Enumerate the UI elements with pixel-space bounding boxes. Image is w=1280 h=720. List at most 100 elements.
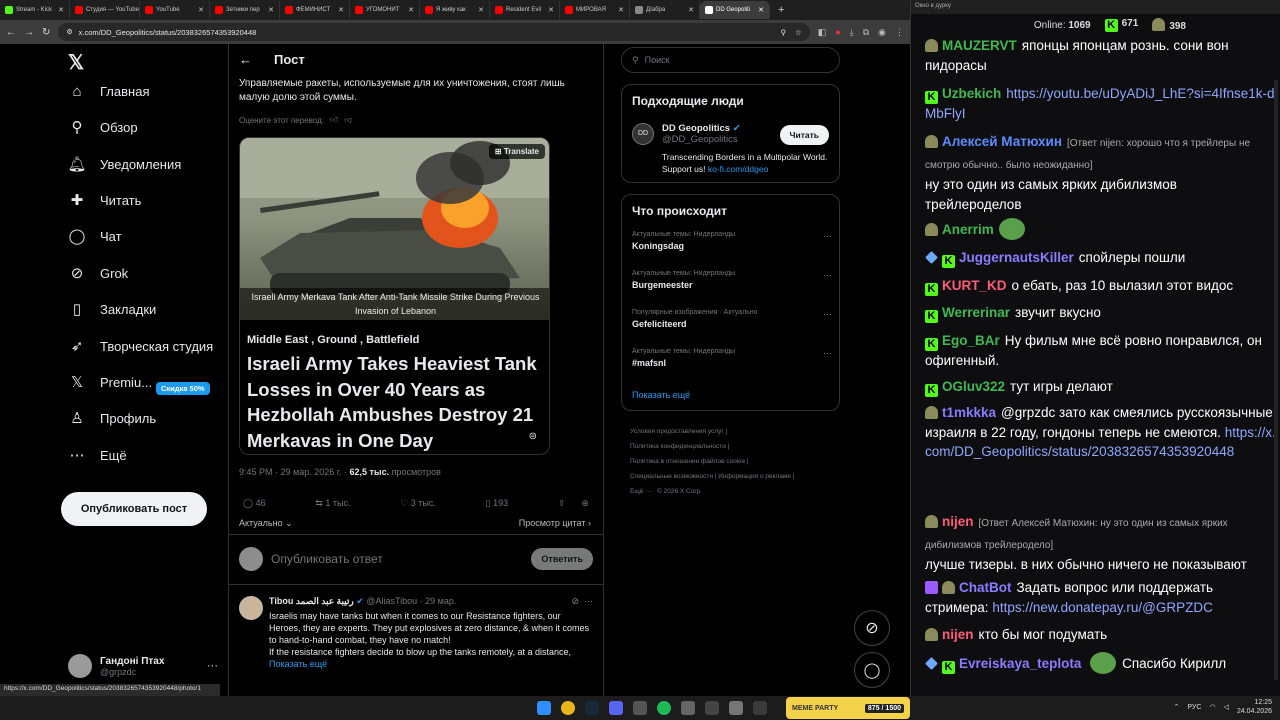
language-indicator[interactable]: РУС bbox=[1187, 704, 1201, 711]
share-icon[interactable]: ⇪ bbox=[558, 498, 566, 509]
extension-icon[interactable]: ◧ bbox=[818, 27, 827, 38]
trend-item[interactable]: Актуальные темы: Нидерланды Koningsdag ··· bbox=[632, 231, 832, 251]
sort-dropdown[interactable]: Актуально ⌄ bbox=[239, 518, 293, 529]
tab-close-icon[interactable]: ✕ bbox=[478, 6, 484, 14]
more-icon[interactable]: ··· bbox=[823, 348, 832, 358]
extension-icon[interactable]: ● bbox=[835, 27, 840, 38]
tab-close-icon[interactable]: ✕ bbox=[338, 6, 344, 14]
chat-username[interactable]: Алексей Матюхин bbox=[942, 134, 1062, 149]
forward-icon[interactable]: → bbox=[24, 27, 34, 38]
url-bar[interactable]: ⚙ x.com/DD_Geopolitics/status/2038326574… bbox=[58, 23, 810, 41]
nav-item-follow[interactable]: ✚ Читать bbox=[68, 191, 142, 209]
avatar[interactable]: DD bbox=[632, 123, 654, 145]
site-info-icon[interactable]: ⚙ bbox=[66, 28, 72, 36]
back-icon[interactable]: ← bbox=[6, 27, 16, 38]
reply-submit-button[interactable]: Ответить bbox=[531, 548, 593, 570]
browser-tab[interactable]: Студия — YouTube✕ bbox=[70, 1, 140, 19]
chat-username[interactable]: Uzbekich bbox=[942, 86, 1001, 101]
thumbs-down-icon[interactable]: 👎︎ bbox=[344, 115, 352, 125]
more-icon[interactable]: ··· bbox=[207, 660, 218, 672]
reply-input[interactable]: Опубликовать ответ bbox=[271, 552, 523, 566]
tab-close-icon[interactable]: ✕ bbox=[688, 6, 694, 14]
chat-username[interactable]: JuggernautsKiller bbox=[959, 250, 1074, 265]
nav-item-bookmarks[interactable]: ▯ Закладки bbox=[68, 300, 156, 318]
article-card[interactable]: ⊞ Translate Israeli Army Merkava Tank Af… bbox=[239, 137, 550, 455]
browser-tab[interactable]: DD Geopoliti ✕ bbox=[700, 1, 770, 19]
footer-link[interactable]: Ещё ··· bbox=[630, 488, 652, 495]
new-tab-button[interactable]: + bbox=[770, 4, 792, 16]
nav-item-notifications[interactable]: 🔔︎ Уведомления bbox=[67, 155, 181, 173]
spotify-icon[interactable] bbox=[657, 701, 671, 715]
repost-button[interactable]: ⇆ 1 тыс. bbox=[315, 498, 350, 509]
tab-close-icon[interactable]: ✕ bbox=[58, 6, 64, 14]
reply-button[interactable]: ◯ 46 bbox=[243, 498, 266, 509]
thumbs-up-icon[interactable]: 👍︎ bbox=[330, 115, 338, 125]
tab-close-icon[interactable]: ✕ bbox=[198, 6, 204, 14]
suggested-name[interactable]: DD Geopolitics bbox=[662, 123, 730, 134]
grok-icon[interactable]: ⊜ bbox=[529, 431, 537, 442]
browser-tab[interactable]: МИРОВАЯ ✕ bbox=[560, 1, 630, 19]
browser-tab[interactable]: УГОМОНИТ ✕ bbox=[350, 1, 420, 19]
app-icon[interactable] bbox=[633, 701, 647, 715]
reload-icon[interactable]: ↻ bbox=[42, 27, 50, 38]
download-icon[interactable]: ⤓ bbox=[850, 27, 854, 38]
show-more-trends-link[interactable]: Показать ещё bbox=[632, 390, 690, 400]
chat-username[interactable]: t1mkkka bbox=[942, 405, 996, 420]
volume-icon[interactable]: ◁ bbox=[1224, 703, 1229, 711]
show-more-link[interactable]: Показать ещё bbox=[269, 659, 593, 669]
tray-chevron-icon[interactable]: ⌃ bbox=[1174, 703, 1180, 711]
translate-button[interactable]: ⊞ Translate bbox=[488, 144, 545, 159]
footer-link[interactable]: Условия предоставления услуг bbox=[630, 428, 724, 435]
tab-close-icon[interactable]: ✕ bbox=[548, 6, 554, 14]
nav-item-more[interactable]: ⋯ Ещё bbox=[68, 446, 127, 464]
nav-item-home[interactable]: ⌂ Главная bbox=[68, 82, 149, 100]
app-icon[interactable] bbox=[753, 701, 767, 715]
post-timestamp[interactable]: 9:45 PM · 29 мар. 2026 г. · bbox=[239, 467, 347, 477]
footer-link[interactable]: Политика конфиденциальности bbox=[630, 443, 726, 450]
chat-username[interactable]: KURT_KD bbox=[942, 278, 1007, 293]
chat-username[interactable]: Ego_BAr bbox=[942, 333, 1000, 348]
search-input[interactable]: ⚲ Поиск bbox=[621, 47, 840, 73]
globe-icon[interactable]: ⊕ bbox=[581, 498, 589, 509]
tab-close-icon[interactable]: ✕ bbox=[268, 6, 274, 14]
nav-item-premium[interactable]: 𝕏 Premiu... bbox=[68, 373, 152, 391]
bookmark-star-icon[interactable]: ☆ bbox=[795, 28, 802, 37]
tab-close-icon[interactable]: ✕ bbox=[758, 6, 764, 14]
bio-link[interactable]: ko-fi.com/ddgeo bbox=[708, 164, 768, 174]
nav-item-chat[interactable]: ◯ Чат bbox=[68, 227, 122, 245]
back-arrow-icon[interactable]: ← bbox=[239, 52, 252, 67]
browser-tab[interactable]: Дїабра ✕ bbox=[630, 1, 700, 19]
steam-icon[interactable] bbox=[585, 701, 599, 715]
grok-float-button[interactable]: ⊘ bbox=[854, 610, 890, 646]
bookmark-button[interactable]: ▯ 193 bbox=[486, 498, 508, 509]
browser-tab[interactable]: ФЕМИНИСТ ✕ bbox=[280, 1, 350, 19]
reply-author[interactable]: Tibou رتيبة عبد الصمد bbox=[269, 596, 354, 606]
account-switcher[interactable]: Гандоні Птах @grpzdc ··· bbox=[68, 654, 218, 678]
browser-tab[interactable]: Зетники пер ✕ bbox=[210, 1, 280, 19]
more-icon[interactable]: ··· bbox=[823, 309, 832, 319]
chat-username[interactable]: MAUZERVT bbox=[942, 38, 1017, 53]
browser-tab[interactable]: Я живу как ✕ bbox=[420, 1, 490, 19]
profile-icon[interactable]: ◉ bbox=[878, 27, 886, 38]
footer-link[interactable]: Политика в отношении файлов cookie bbox=[630, 458, 745, 465]
chat-link[interactable]: https://new.donatepay.ru/@GRPZDC bbox=[992, 600, 1213, 615]
more-icon[interactable]: ··· bbox=[584, 596, 593, 606]
chat-username[interactable]: Anerrim bbox=[942, 222, 994, 237]
more-icon[interactable]: ··· bbox=[823, 270, 832, 280]
windows-start-icon[interactable] bbox=[537, 701, 551, 715]
trend-item[interactable]: Популярные изображения · Актуально Gefeli… bbox=[632, 309, 832, 329]
messages-float-button[interactable]: ◯ bbox=[854, 652, 890, 688]
more-icon[interactable]: ··· bbox=[823, 231, 832, 241]
extensions-icon[interactable]: ⧉ bbox=[863, 27, 869, 38]
view-quotes-link[interactable]: Просмотр цитат › bbox=[519, 518, 591, 528]
discord-icon[interactable] bbox=[609, 701, 623, 715]
meme-party-widget[interactable]: MEME PARTY 875 / 1500 bbox=[786, 697, 910, 719]
browser-tab[interactable]: Stream - Kick ✕ bbox=[0, 1, 70, 19]
trend-item[interactable]: Актуальные темы: Нидерланды #mafsnl ··· bbox=[632, 348, 832, 368]
browser-tab[interactable]: Resident Evil ✕ bbox=[490, 1, 560, 19]
nav-item-grok[interactable]: ⊘ Grok bbox=[68, 264, 128, 282]
app-icon[interactable] bbox=[681, 701, 695, 715]
footer-link[interactable]: Информация о рекламе bbox=[718, 473, 791, 480]
tab-close-icon[interactable]: ✕ bbox=[408, 6, 414, 14]
chat-scrollbar[interactable] bbox=[1274, 80, 1278, 680]
